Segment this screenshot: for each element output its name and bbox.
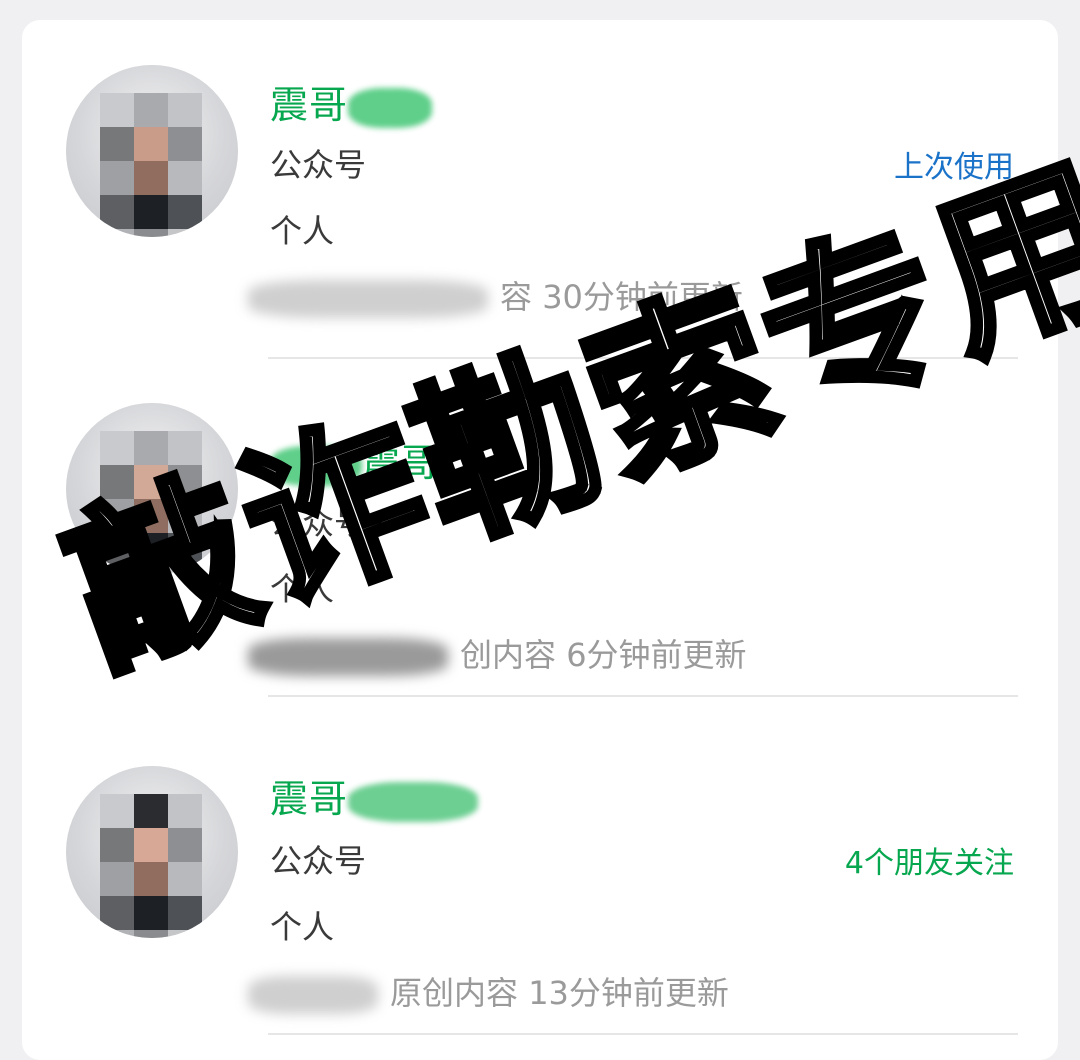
- account-subtype: 个人: [270, 212, 335, 250]
- redaction-mark: [348, 87, 433, 128]
- account-subtype: 个人: [270, 908, 335, 946]
- redaction-mark: [248, 976, 378, 1014]
- account-type: 公众号: [270, 146, 367, 184]
- friends-following-tag: 4个朋友关注: [844, 846, 1014, 881]
- account-avatar: [66, 766, 238, 938]
- account-name: 震哥: [270, 768, 479, 823]
- account-result-3[interactable]: 震哥 公众号 4个朋友关注 个人 原创内容 13分钟前更新: [22, 696, 1058, 1035]
- account-name: 震哥: [270, 74, 433, 129]
- account-avatar: [66, 65, 238, 237]
- redaction-mark: [248, 280, 488, 318]
- account-type: 公众号: [270, 842, 367, 880]
- redaction-mark: [348, 781, 479, 822]
- divider: [268, 1033, 1018, 1035]
- update-info: 原创内容 13分钟前更新: [248, 968, 729, 1014]
